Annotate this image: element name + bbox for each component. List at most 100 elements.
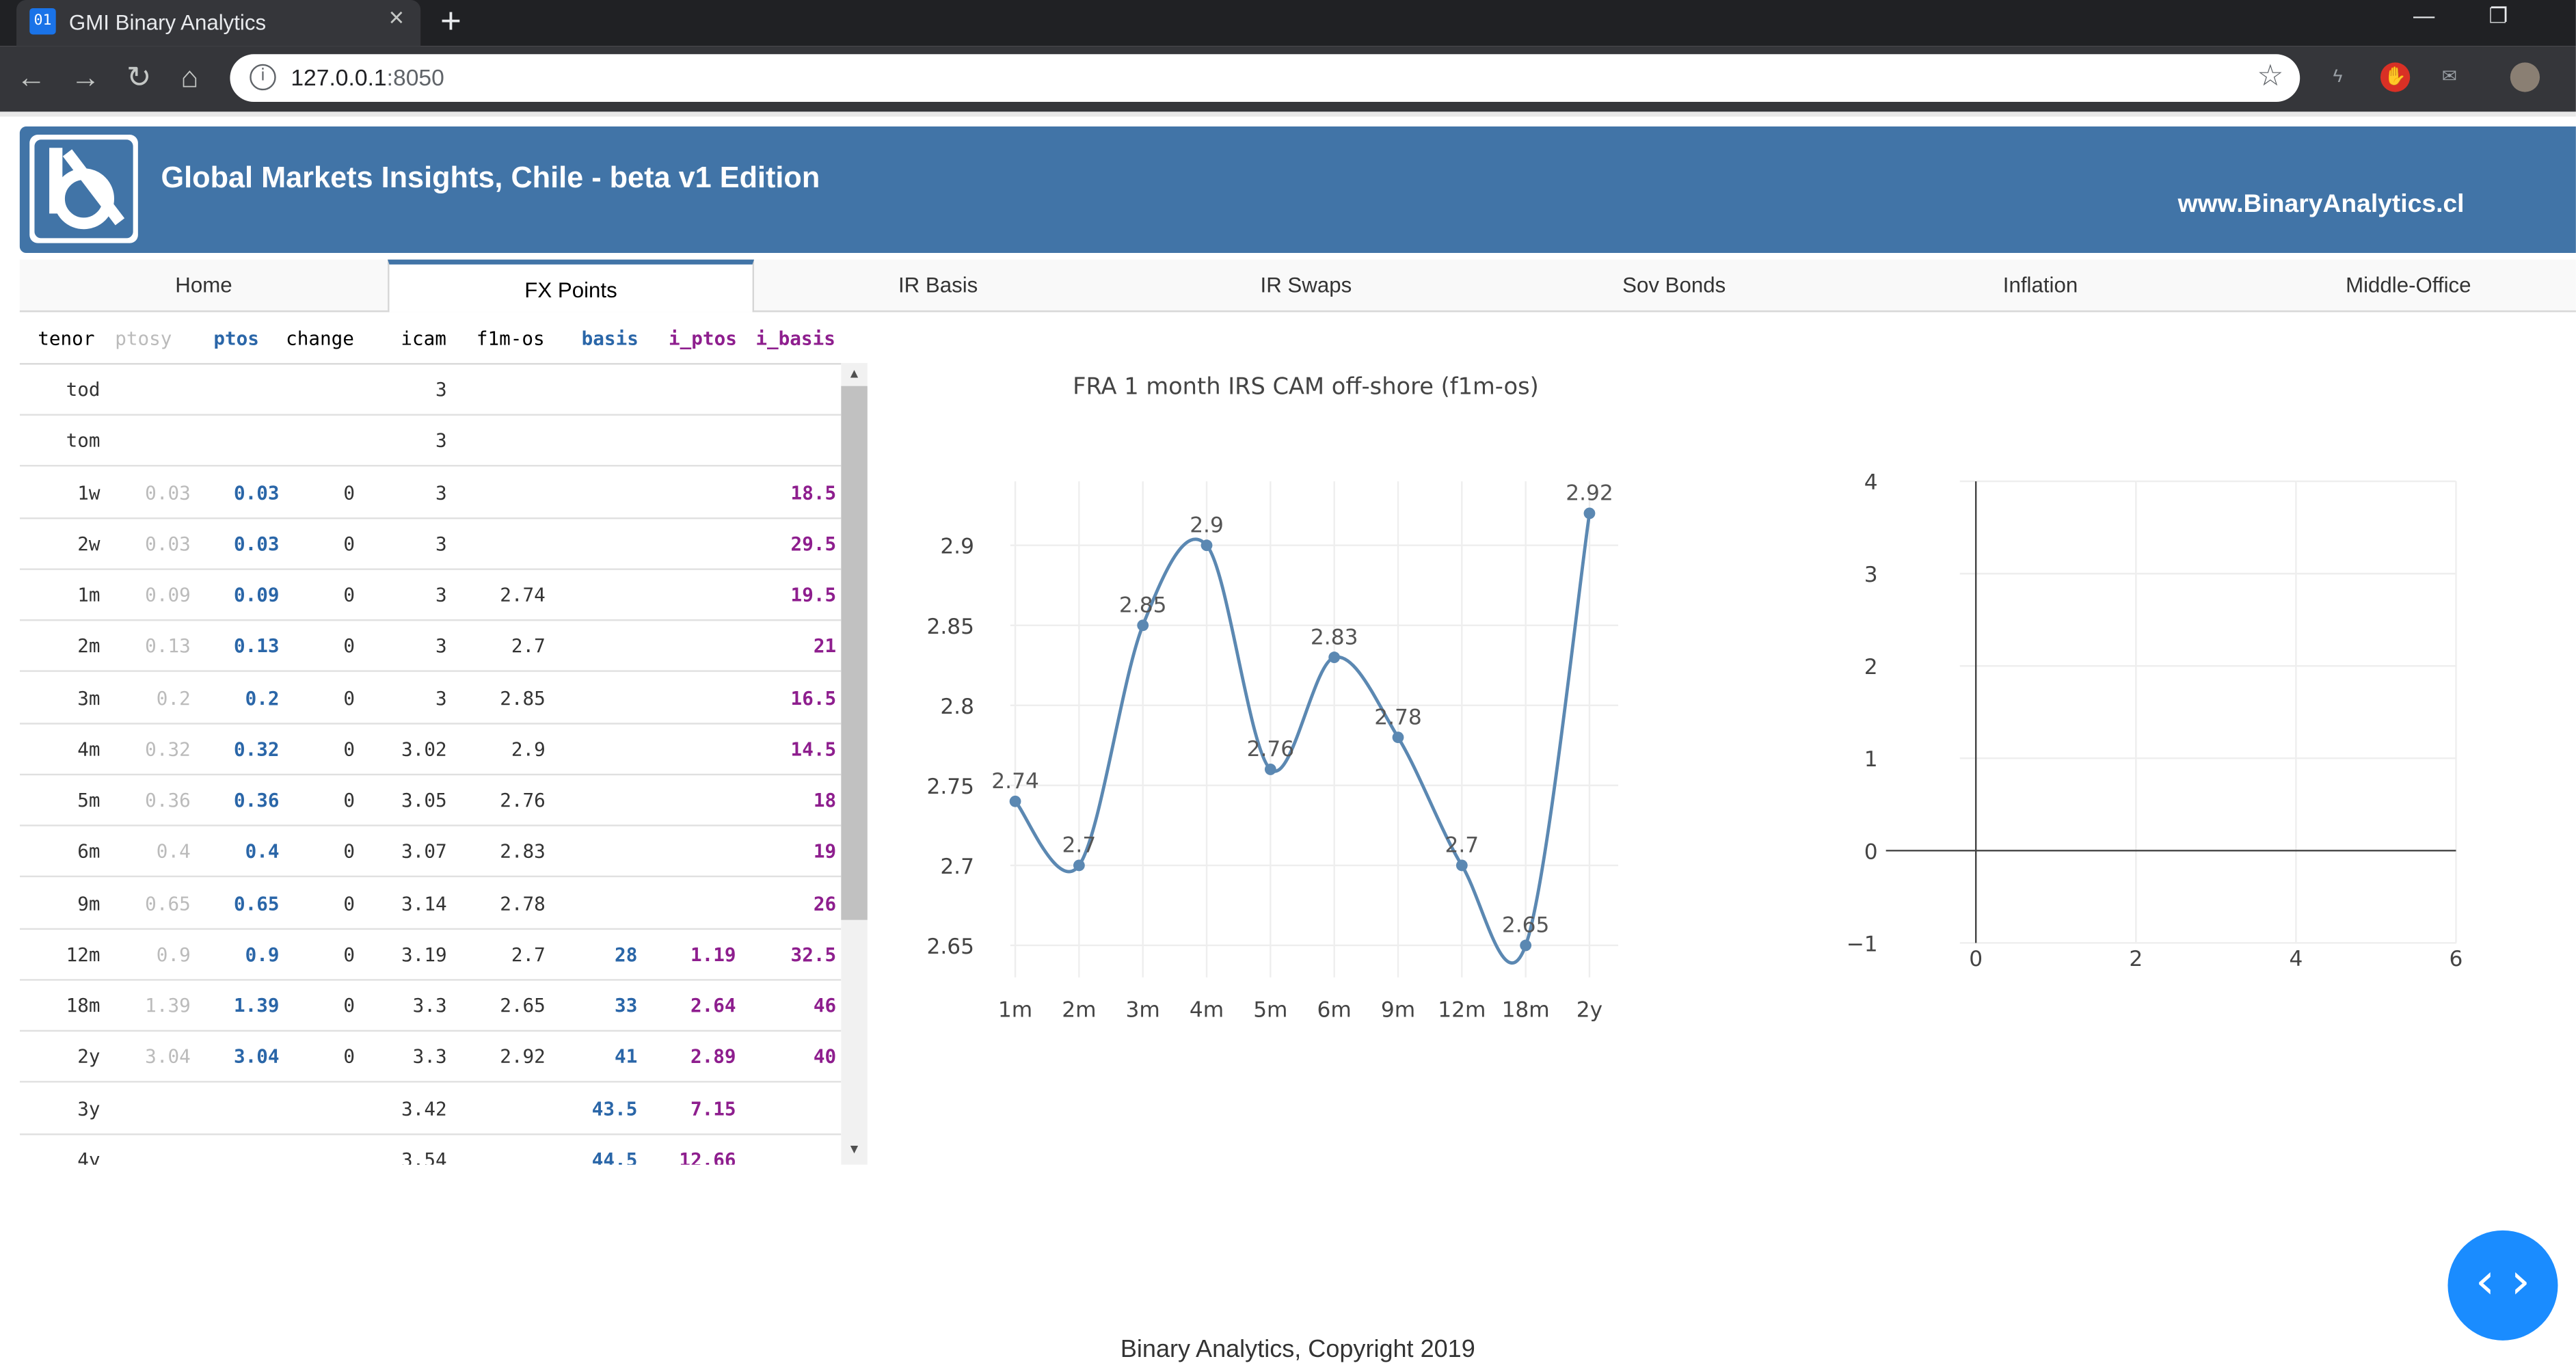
cell-ptosy: 0.09 xyxy=(145,583,191,606)
mail-icon[interactable]: ✉ xyxy=(2434,62,2464,92)
col-icam[interactable]: icam xyxy=(401,327,446,350)
col-ptos[interactable]: ptos xyxy=(213,327,259,350)
tab-sov-bonds[interactable]: Sov Bonds xyxy=(1490,260,1858,310)
y-tick-label: 0 xyxy=(1864,839,1878,864)
col-basis[interactable]: basis xyxy=(582,327,639,350)
cell-icam: 3 xyxy=(435,531,447,555)
data-label: 2.9 xyxy=(1190,513,1224,537)
cell-tenor: 1m xyxy=(77,583,100,606)
table-row[interactable]: 2m 0.13 0.13 0 3 2.7 21 xyxy=(19,620,842,673)
table-row[interactable]: 1w 0.03 0.03 0 3 18.5 xyxy=(19,466,842,519)
extension-bolt-icon[interactable]: ϟ xyxy=(2323,62,2352,92)
cell-i_ptos: 7.15 xyxy=(690,1097,736,1120)
table-row[interactable]: 1m 0.09 0.09 0 3 2.74 19.5 xyxy=(19,568,842,621)
col-i-ptos[interactable]: i_ptos xyxy=(669,327,737,350)
tab-inflation[interactable]: Inflation xyxy=(1856,260,2224,310)
y-tick-label: −1 xyxy=(1847,932,1878,956)
table-row[interactable]: tom 3 xyxy=(19,414,842,468)
cell-basis: 33 xyxy=(615,993,638,1017)
tab-ir-basis[interactable]: IR Basis xyxy=(754,260,1122,310)
profile-avatar-icon[interactable] xyxy=(2510,62,2540,92)
tab-fx-points[interactable]: FX Points xyxy=(388,259,754,312)
col-i-basis[interactable]: i_basis xyxy=(755,327,835,350)
cell-tenor: 6m xyxy=(77,839,100,863)
data-point xyxy=(1073,859,1085,872)
site-url[interactable]: www.BinaryAnalytics.cl xyxy=(2178,191,2465,220)
cell-icam: 3 xyxy=(435,377,447,401)
col-change[interactable]: change xyxy=(286,327,354,350)
scrollbar-thumb[interactable] xyxy=(841,386,868,920)
col-f1m-os[interactable]: f1m-os xyxy=(477,327,545,350)
code-icon[interactable]: ‹ › xyxy=(2447,1230,2558,1341)
x-tick-label: 12m xyxy=(1438,997,1486,1022)
cell-ptosy: 0.13 xyxy=(145,634,191,658)
col-ptosy[interactable]: ptosy xyxy=(115,327,172,350)
data-point xyxy=(1200,539,1213,552)
new-tab-icon[interactable]: + xyxy=(440,0,461,42)
table-row[interactable]: 6m 0.4 0.4 0 3.07 2.83 19 xyxy=(19,825,842,878)
cell-i_basis: 18 xyxy=(813,788,837,812)
restore-icon[interactable]: ❐ xyxy=(2489,3,2508,29)
cell-icam: 3.02 xyxy=(401,737,447,760)
back-icon[interactable]: ← xyxy=(16,61,46,95)
cell-ptos: 0.36 xyxy=(233,788,280,812)
forward-icon[interactable]: → xyxy=(70,61,100,95)
cell-i_basis: 21 xyxy=(813,634,837,658)
cell-f1m-os: 2.92 xyxy=(500,1045,546,1068)
cell-f1m-os: 2.74 xyxy=(500,583,546,606)
table-row[interactable]: 18m 1.39 1.39 0 3.3 2.65 33 2.64 46 xyxy=(19,979,842,1032)
info-icon[interactable]: i xyxy=(250,64,276,91)
address-bar[interactable]: i 127.0.0.1:8050 ☆ xyxy=(230,54,2300,102)
tab-home[interactable]: Home xyxy=(20,260,388,310)
data-point xyxy=(1455,859,1468,872)
extension-hand-icon[interactable]: ✋ xyxy=(2380,62,2411,92)
table-scrollbar[interactable]: ▲ ▼ xyxy=(841,363,868,1165)
browser-tab[interactable]: 01 GMI Binary Analytics × xyxy=(16,0,421,46)
table-row[interactable]: 3m 0.2 0.2 0 3 2.85 16.5 xyxy=(19,671,842,724)
cell-change: 0 xyxy=(343,531,355,555)
cell-f1m-os: 2.85 xyxy=(500,686,546,709)
table-row[interactable]: 5m 0.36 0.36 0 3.05 2.76 18 xyxy=(19,774,842,826)
tab-ir-swaps[interactable]: IR Swaps xyxy=(1122,260,1490,310)
x-tick-label: 2 xyxy=(2129,947,2143,971)
scroll-up-icon[interactable]: ▲ xyxy=(841,366,867,381)
data-label: 2.85 xyxy=(1119,593,1167,618)
data-point xyxy=(1520,939,1532,952)
bookmark-star-icon[interactable]: ☆ xyxy=(2257,59,2283,94)
x-tick-label: 3m xyxy=(1126,997,1160,1022)
fra-line-chart[interactable]: 2.65 2.7 2.75 2.8 2.85 2.9 1m 2m 3m 4m 5m 6m 9m 12m 18… xyxy=(912,468,1635,1035)
close-tab-icon[interactable]: × xyxy=(389,5,404,34)
minimize-icon[interactable]: — xyxy=(2413,3,2434,28)
table-row[interactable]: 4y 3.54 44.5 12.66 xyxy=(20,1133,842,1165)
cell-change: 0 xyxy=(343,583,355,606)
y-tick-label: 2.7 xyxy=(940,855,974,879)
table-row[interactable]: 4m 0.32 0.32 0 3.02 2.9 14.5 xyxy=(19,723,842,775)
home-icon[interactable]: ⌂ xyxy=(180,61,198,95)
cell-tenor: 3m xyxy=(77,686,100,709)
cell-i_basis: 19.5 xyxy=(790,583,837,606)
cell-i_ptos: 2.89 xyxy=(690,1045,736,1068)
cell-icam: 3.14 xyxy=(401,891,447,915)
tab-middle-office[interactable]: Middle-Office xyxy=(2225,260,2576,310)
cell-ptos: 0.09 xyxy=(233,583,280,606)
table-row[interactable]: 3y 3.42 43.5 7.15 xyxy=(19,1081,842,1135)
cell-i_ptos: 2.64 xyxy=(690,993,736,1017)
empty-chart[interactable]: 0 2 4 6 −1 0 1 2 3 4 xyxy=(1832,468,2488,978)
scroll-down-icon[interactable]: ▼ xyxy=(841,1142,867,1157)
data-point xyxy=(1264,764,1276,775)
reload-icon[interactable]: ↻ xyxy=(126,61,151,95)
url-text[interactable]: 127.0.0.1:8050 xyxy=(291,64,444,90)
table-row[interactable]: 9m 0.65 0.65 0 3.14 2.78 26 xyxy=(19,876,842,929)
app-header: Global Markets Insights, Chile - beta v1… xyxy=(19,126,2576,254)
chart-title: FRA 1 month IRS CAM off-shore (f1m-os) xyxy=(1073,374,1539,401)
col-tenor[interactable]: tenor xyxy=(38,327,94,350)
table-row[interactable]: 2w 0.03 0.03 0 3 29.5 xyxy=(19,517,842,570)
table-row[interactable]: 12m 0.9 0.9 0 3.19 2.7 28 1.19 32.5 xyxy=(19,928,842,980)
table-row[interactable]: 2y 3.04 3.04 0 3.3 2.92 41 2.89 40 xyxy=(19,1030,842,1084)
cell-ptosy: 3.04 xyxy=(145,1045,191,1068)
fx-points-table-header: tenor ptosy ptos change icam f1m-os basi… xyxy=(19,312,842,365)
data-point xyxy=(1137,619,1149,632)
y-tick-label: 4 xyxy=(1864,470,1878,495)
cell-ptosy: 0.32 xyxy=(145,737,191,760)
table-row[interactable]: tod 3 xyxy=(19,363,842,416)
